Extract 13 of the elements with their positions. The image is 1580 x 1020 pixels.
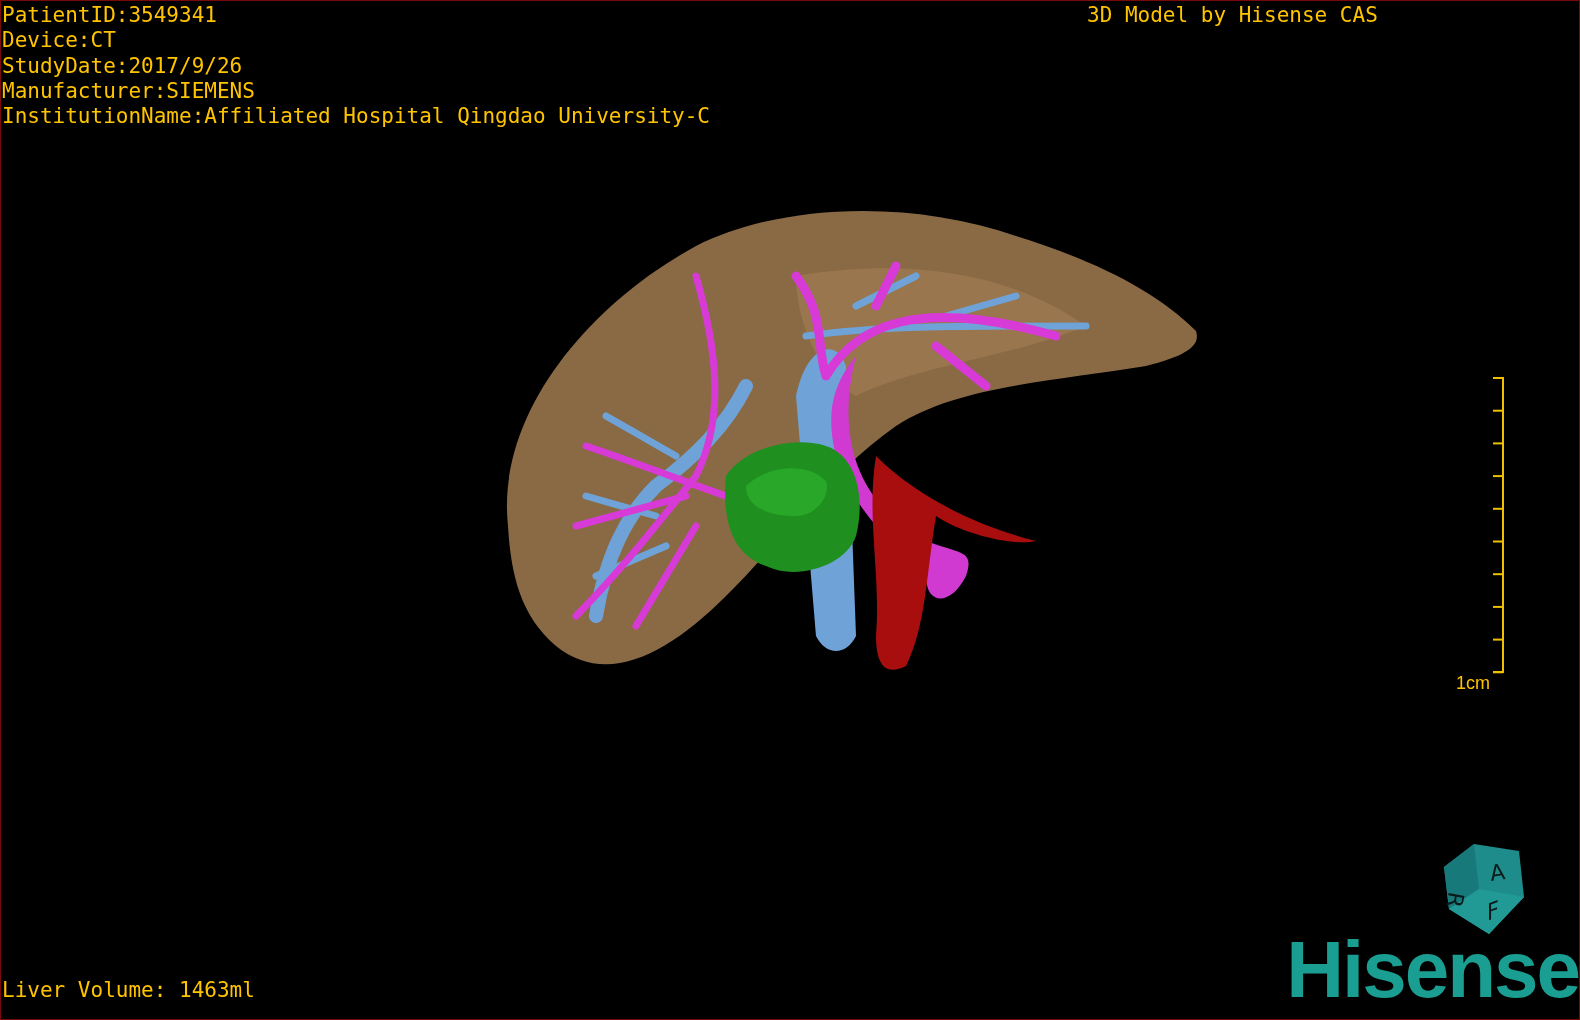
orientation-cube-drawing[interactable] bbox=[1444, 844, 1524, 934]
patient-info-text: Manufacturer:SIEMENS bbox=[2, 78, 256, 105]
scale-label: 1cm bbox=[1456, 673, 1490, 694]
brand-logo: Hisense bbox=[1286, 935, 1579, 1005]
cube-face-label: F bbox=[1487, 895, 1499, 927]
patient-info-text: InstitutionName:Affiliated Hospital Qingdao University-C bbox=[2, 104, 710, 130]
patient-info-text: PatientID:3549341 bbox=[2, 3, 218, 29]
liver-volume-text: Liver Volume: 1463ml bbox=[2, 978, 255, 1003]
model-credit-text: 3D Model by Hisense CAS bbox=[1087, 3, 1378, 28]
cube-face-label: A bbox=[1488, 859, 1507, 886]
patient-info-text: StudyDate:2017/9/26 bbox=[2, 53, 244, 79]
cube-face-label: R bbox=[1441, 890, 1469, 910]
patient-info-text: Device:CT bbox=[2, 28, 117, 54]
